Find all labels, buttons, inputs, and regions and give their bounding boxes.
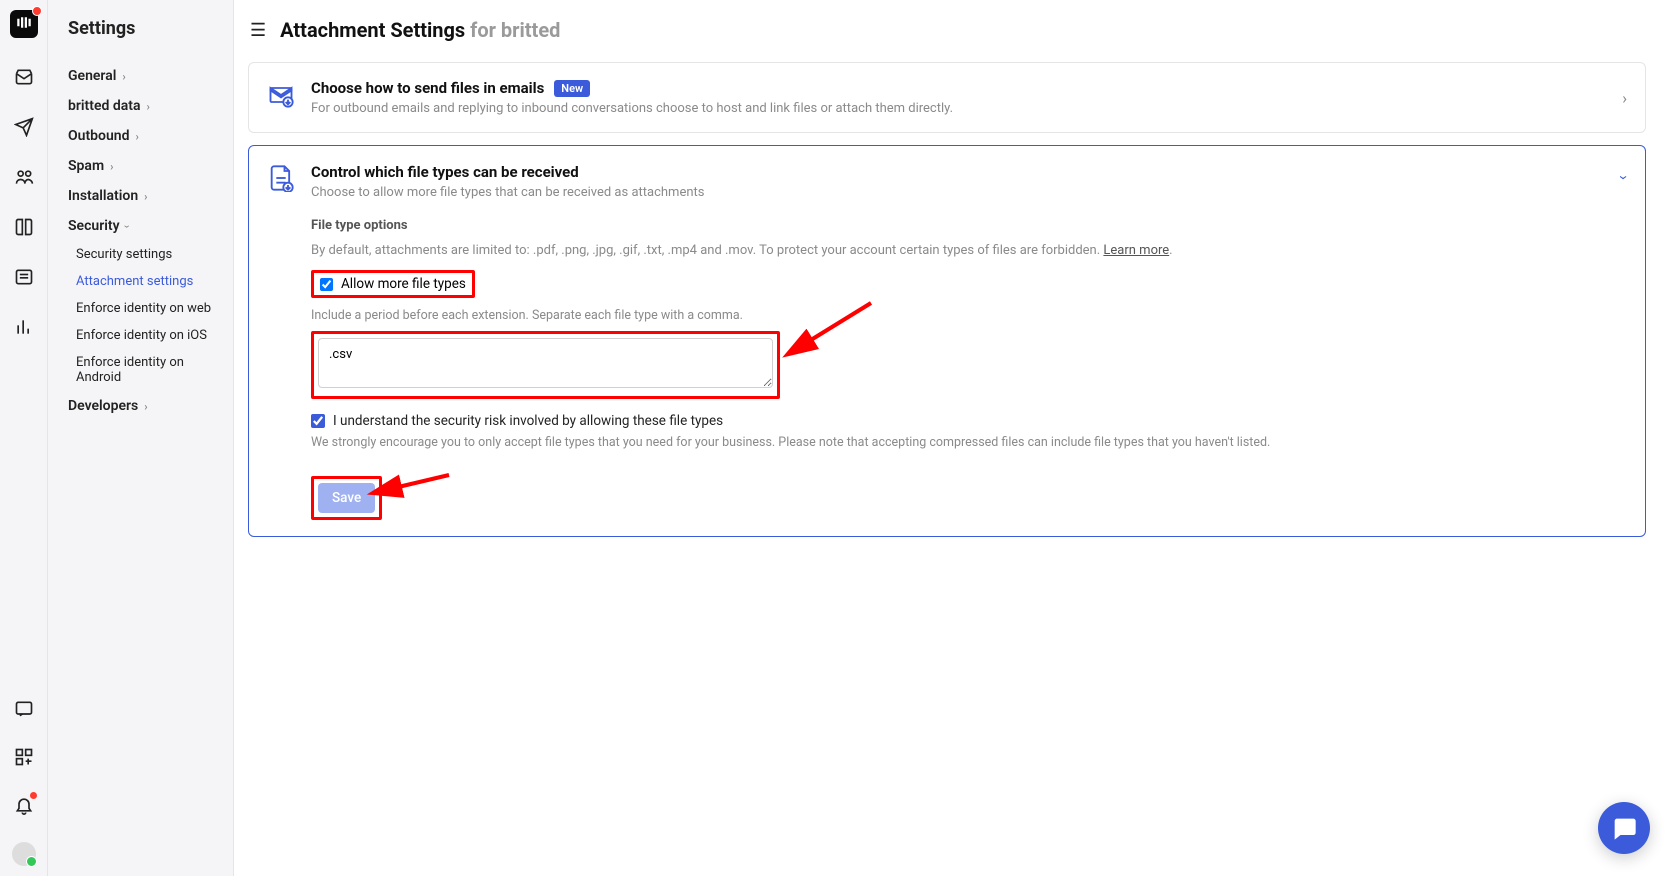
page-header: ☰ Attachment Settings for britted: [250, 18, 1646, 42]
allow-more-checkbox[interactable]: [320, 278, 333, 291]
user-avatar[interactable]: [12, 842, 36, 866]
nav-developers[interactable]: Developers›: [68, 391, 213, 421]
card-title: Control which file types can be received: [311, 163, 579, 181]
reports-icon[interactable]: [13, 316, 35, 338]
understand-help: We strongly encourage you to only accept…: [311, 435, 1627, 450]
articles-icon[interactable]: [13, 216, 35, 238]
sidebar-title: Settings: [68, 18, 213, 39]
save-button[interactable]: Save: [318, 483, 375, 513]
section-help: By default, attachments are limited to: …: [311, 243, 1627, 258]
bell-icon[interactable]: [13, 794, 35, 816]
subnav-enforce-web[interactable]: Enforce identity on web: [76, 295, 213, 322]
chevron-right-icon: ›: [135, 130, 138, 143]
chevron-right-icon[interactable]: ›: [1622, 88, 1627, 107]
help-icon[interactable]: [13, 698, 35, 720]
send-icon[interactable]: [13, 116, 35, 138]
understand-label: I understand the security risk involved …: [333, 413, 723, 429]
main-content: ☰ Attachment Settings for britted Choose…: [234, 0, 1672, 876]
nav-britted-data[interactable]: britted data›: [68, 91, 213, 121]
messenger-launcher[interactable]: [1598, 802, 1650, 854]
inbox-icon[interactable]: [13, 66, 35, 88]
card-send-files[interactable]: Choose how to send files in emails New F…: [248, 62, 1646, 133]
nav-spam[interactable]: Spam›: [68, 151, 213, 181]
page-title: Attachment Settings for britted: [280, 18, 560, 42]
highlight-allow-checkbox: Allow more file types: [311, 270, 475, 298]
envelope-icon: [267, 81, 295, 109]
chevron-right-icon: ›: [144, 400, 147, 413]
icon-rail: [0, 0, 48, 876]
apps-icon[interactable]: [13, 746, 35, 768]
section-label: File type options: [311, 218, 1627, 233]
card-desc: Choose to allow more file types that can…: [311, 185, 1627, 200]
subnav-attachment-settings[interactable]: Attachment settings: [76, 268, 213, 295]
chevron-right-icon: ›: [122, 70, 125, 83]
contacts-icon[interactable]: [13, 166, 35, 188]
subnav-enforce-ios[interactable]: Enforce identity on iOS: [76, 322, 213, 349]
menu-icon[interactable]: ☰: [250, 20, 266, 41]
nav-installation[interactable]: Installation›: [68, 181, 213, 211]
chevron-down-icon: ›: [121, 224, 134, 227]
card-desc: For outbound emails and replying to inbo…: [311, 101, 1627, 116]
chevron-down-icon[interactable]: ›: [1615, 175, 1634, 180]
news-icon[interactable]: [13, 266, 35, 288]
highlight-file-input: [311, 331, 780, 399]
subnav-enforce-android[interactable]: Enforce identity on Android: [76, 349, 213, 391]
card-file-types: Control which file types can be received…: [248, 145, 1646, 537]
settings-sidebar: Settings General› britted data› Outbound…: [48, 0, 234, 876]
new-badge: New: [554, 80, 590, 97]
nav-general[interactable]: General›: [68, 61, 213, 91]
nav-security[interactable]: Security›: [68, 211, 213, 241]
learn-more-link[interactable]: Learn more: [1103, 243, 1169, 258]
card-title: Choose how to send files in emails: [311, 79, 544, 97]
subnav-security-settings[interactable]: Security settings: [76, 241, 213, 268]
chevron-right-icon: ›: [146, 100, 149, 113]
understand-checkbox[interactable]: [311, 414, 325, 428]
chevron-right-icon: ›: [110, 160, 113, 173]
chevron-right-icon: ›: [144, 190, 147, 203]
allow-more-label: Allow more file types: [341, 276, 466, 292]
nav-outbound[interactable]: Outbound›: [68, 121, 213, 151]
highlight-save: Save: [311, 476, 382, 520]
include-help: Include a period before each extension. …: [311, 308, 1627, 323]
document-icon: [267, 164, 295, 192]
app-logo[interactable]: [10, 10, 38, 38]
file-types-input[interactable]: [318, 338, 773, 388]
